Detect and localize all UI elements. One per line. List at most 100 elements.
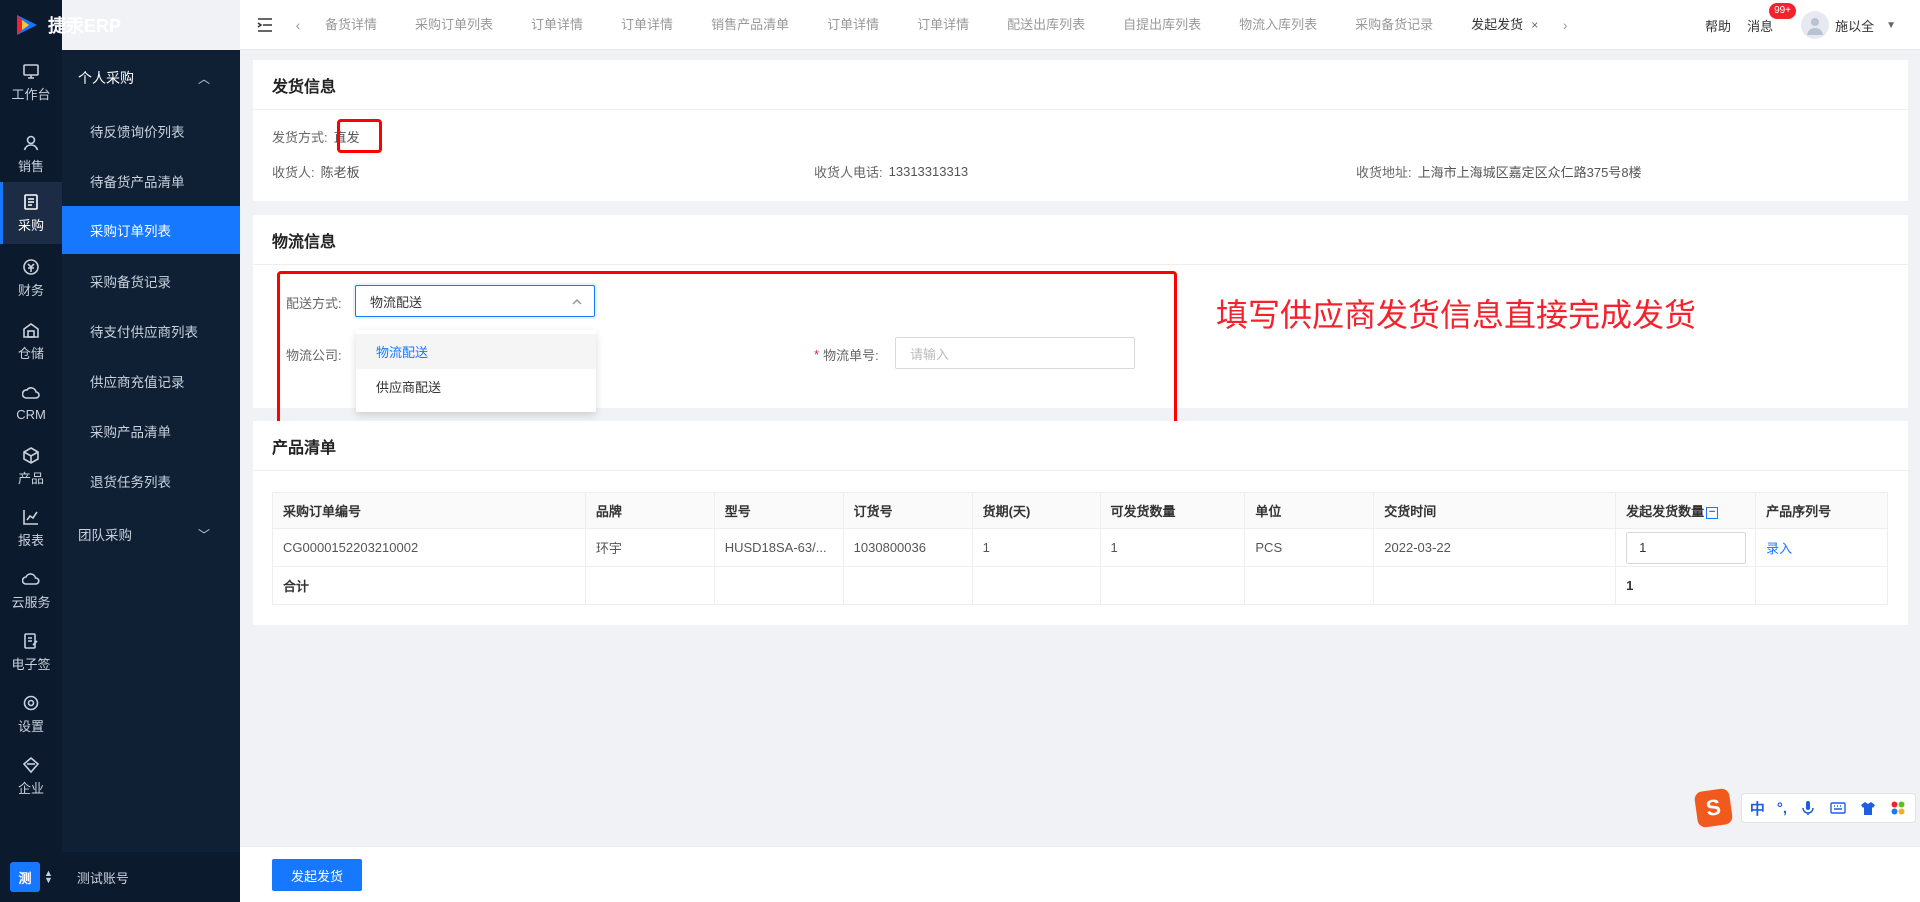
product-table: 采购订单编号 品牌 型号 订货号 货期(天) 可发货数量 单位 交货时间 发起发… [272,492,1888,605]
table-row: CG0000152203210002 环宇 HUSD18SA-63/... 10… [272,528,1888,567]
avatar [1801,11,1830,39]
ime-logo-icon[interactable]: S [1693,787,1734,829]
subnav-item-purchase-orders[interactable]: 采购订单列表 [62,206,240,254]
tabs-scroll-right-icon[interactable]: › [1557,17,1573,33]
table-cell: 录入 [1755,528,1888,567]
messages-link[interactable]: 消息 99+ [1747,2,1797,35]
tab-active[interactable]: 发起发货 × [1452,0,1557,50]
rail-item-purchase[interactable]: 采购 [0,182,62,244]
close-icon[interactable]: × [1531,18,1538,32]
collapse-icon[interactable]: − [1706,506,1719,519]
tab-strip: 备货详情 采购订单列表 订单详情 订单详情 销售产品清单 订单详情 订单详情 配… [306,0,1557,50]
column-header: 可发货数量 [1099,492,1246,529]
rail-item-warehouse[interactable]: 仓储 [0,313,62,369]
ship-quantity-input[interactable]: 1 [1626,531,1747,564]
tab[interactable]: 订单详情 [898,0,988,50]
account-switcher[interactable]: 测 ▲ ▼ 测试账号 [0,852,240,902]
menu-toggle-icon[interactable] [240,0,290,50]
rail-item-product[interactable]: 产品 [0,438,62,494]
ime-language-toggle[interactable]: 中 [1750,798,1765,819]
user-menu[interactable]: 施以全 ▼ [1801,11,1896,39]
tab[interactable]: 销售产品清单 [692,0,808,50]
rail-item-cloud[interactable]: 云服务 [0,562,62,618]
apps-grid-icon[interactable] [1889,799,1907,817]
microphone-icon[interactable] [1799,799,1817,817]
subnav-item[interactable]: 采购备货记录 [62,257,240,305]
sub-navigation: 个人采购 ︿ 待反馈询价列表 待备货产品清单 采购订单列表 采购备货记录 待支付… [62,50,240,902]
table-cell: 1 [1615,528,1757,567]
serial-entry-link[interactable]: 录入 [1766,541,1792,556]
rail-item-settings[interactable]: 设置 [0,686,62,742]
subnav-item[interactable]: 待备货产品清单 [62,157,240,205]
tab[interactable]: 订单详情 [512,0,602,50]
column-header: 采购订单编号 [272,492,586,529]
rail-item-crm[interactable]: CRM [0,375,62,431]
tab[interactable]: 订单详情 [602,0,692,50]
footer-bar: 发起发货 [240,846,1920,902]
total-label: 合计 [272,566,586,605]
table-cell: 1 [971,528,1101,567]
submit-shipment-button[interactable]: 发起发货 [272,859,362,891]
column-header: 产品序列号 [1755,492,1888,529]
annotation-text: 填写供应商发货信息直接完成发货 [1216,296,1697,334]
table-cell: CG0000152203210002 [272,528,586,567]
top-bar: ‹ 备货详情 采购订单列表 订单详情 订单详情 销售产品清单 订单详情 订单详情… [240,0,1920,50]
rail-item-esign[interactable]: 电子签 [0,624,62,680]
subnav-item[interactable]: 待反馈询价列表 [62,107,240,155]
subnav-item[interactable]: 待支付供应商列表 [62,307,240,355]
finance-icon [22,258,40,276]
rail-item-report[interactable]: 报表 [0,500,62,556]
tab[interactable]: 采购备货记录 [1336,0,1452,50]
ime-punctuation-toggle[interactable]: °, [1777,800,1787,817]
dropdown-option[interactable]: 供应商配送 [356,369,596,404]
sales-icon [22,134,40,152]
dropdown-option[interactable]: 物流配送 [356,334,596,369]
enterprise-icon [22,756,40,774]
section-title: 产品清单 [253,421,1908,471]
caret-down-icon: ▼ [1886,19,1896,31]
sort-arrows-icon: ▲ ▼ [44,868,53,885]
app-logo[interactable]: 捷汞ERP [14,10,244,40]
column-header: 品牌 [584,492,715,529]
subnav-item[interactable]: 供应商充值记录 [62,357,240,405]
rail-item-finance[interactable]: 财务 [0,250,62,306]
table-cell: 2022-03-22 [1373,528,1617,567]
rail-item-workbench[interactable]: 工作台 [0,54,62,110]
keyboard-icon[interactable] [1829,799,1847,817]
tab[interactable]: 物流入库列表 [1220,0,1336,50]
user-name: 施以全 [1835,18,1875,34]
section-title: 发货信息 [253,60,1908,110]
logo-text: 捷汞ERP [48,16,122,36]
account-badge: 测 [10,862,40,892]
tab[interactable]: 配送出库列表 [988,0,1104,50]
tab[interactable]: 采购订单列表 [396,0,512,50]
report-icon [22,508,40,526]
tab[interactable]: 自提出库列表 [1104,0,1220,50]
tab[interactable]: 订单详情 [808,0,898,50]
ime-toolbar: S 中 °, [1693,787,1916,829]
help-link[interactable]: 帮助 [1705,16,1731,35]
skin-shirt-icon[interactable] [1859,799,1877,817]
subnav-item[interactable]: 采购产品清单 [62,407,240,455]
subnav-group-personal-purchase[interactable]: 个人采购 ︿ [62,58,240,98]
rail-item-sales[interactable]: 销售 [0,126,62,182]
cloud-icon [21,570,40,588]
table-cell: 环宇 [584,528,715,567]
receiver-address-field: 收货地址: 上海市上海城区嘉定区众仁路375号8楼 [1356,165,1642,180]
receiver-field: 收货人: 陈老板 [272,165,360,180]
table-total-row: 合计 1 [272,566,1888,605]
rail-item-enterprise[interactable]: 企业 [0,748,62,804]
section-title: 物流信息 [253,215,1908,265]
product-icon [22,446,40,464]
subnav-item[interactable]: 退货任务列表 [62,457,240,505]
tabs-scroll-left-icon[interactable]: ‹ [290,17,306,33]
shipping-info-card: 发货信息 [253,60,1908,201]
top-right-actions: 帮助 消息 99+ 施以全 ▼ [1705,0,1920,50]
table-cell: PCS [1244,528,1375,567]
subnav-group-team-purchase[interactable]: 团队采购 ﹀ [62,514,240,554]
receiver-phone-field: 收货人电话: 13313313313 [814,164,969,180]
tab[interactable]: 备货详情 [306,0,396,50]
purchase-icon [22,193,40,211]
warehouse-icon [22,321,40,339]
table-cell: 1030800036 [842,528,973,567]
